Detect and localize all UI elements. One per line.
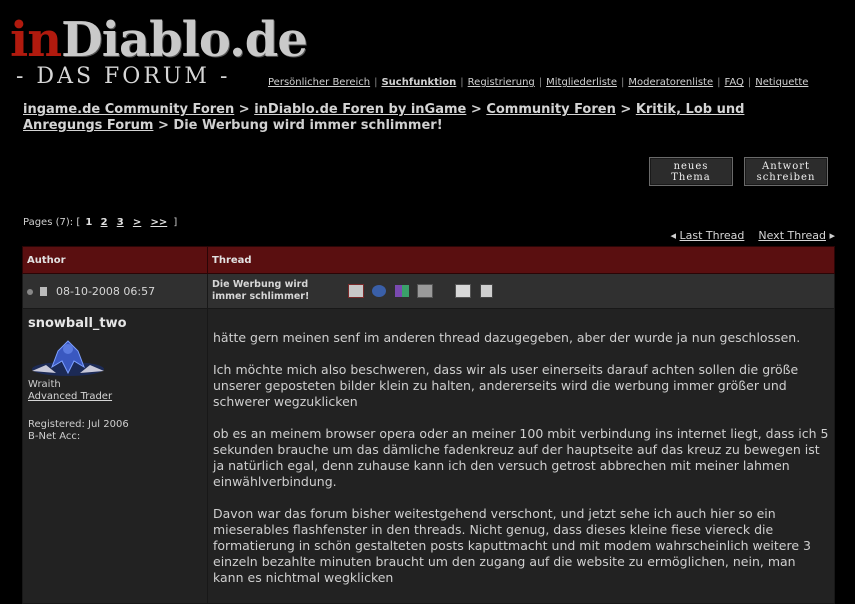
arrow-right-icon: ▸: [829, 229, 835, 242]
email-icon[interactable]: [347, 284, 364, 298]
column-header-author: Author: [22, 246, 208, 274]
nav-faq[interactable]: FAQ: [724, 77, 743, 88]
author-name[interactable]: snowball_two: [28, 316, 206, 331]
breadcrumb-link[interactable]: ingame.de Community Foren: [23, 102, 234, 117]
page-last-link[interactable]: >>: [150, 217, 167, 228]
post-paragraph: ob es an meinem browser opera oder an me…: [213, 426, 829, 489]
post-title-cell: Die Werbung wird immer schlimmer!: [207, 273, 835, 309]
post-paragraph: Ich möchte mich also beschweren, dass wi…: [213, 362, 799, 409]
edit-icon[interactable]: [479, 284, 493, 298]
logo-subtitle: - DAS FORUM -: [16, 64, 231, 89]
post-paragraph: Davon war das forum bisher weitestgehend…: [213, 506, 811, 585]
post-body: hätte gern meinen senf im anderen thread…: [209, 310, 833, 586]
site-logo[interactable]: inDiablo.de - DAS FORUM -: [10, 12, 308, 94]
nav-register[interactable]: Registrierung: [468, 77, 535, 88]
page-current: 1: [85, 217, 93, 228]
buddy-icon[interactable]: [394, 285, 409, 297]
author-title-link[interactable]: Advanced Trader: [28, 391, 112, 402]
new-thread-button[interactable]: neues Thema: [649, 157, 733, 186]
next-thread-link[interactable]: Next Thread: [758, 229, 826, 242]
nav-moderators[interactable]: Moderatorenliste: [628, 77, 713, 88]
last-thread-link[interactable]: Last Thread: [680, 229, 745, 242]
page-next-link[interactable]: >: [133, 217, 141, 228]
author-cell: snowball_two Wraith Advanced Trader Regi…: [22, 308, 208, 604]
top-navigation: Persönlicher Bereich | Suchfunktion | Regist…: [268, 77, 809, 88]
reply-button[interactable]: Antwort schreiben: [744, 157, 828, 186]
post-status-icon: [27, 288, 33, 295]
page-link[interactable]: 3: [117, 217, 124, 228]
pagination: Pages (7): [ 1 2 3 > >> ]: [23, 217, 178, 228]
nav-search[interactable]: Suchfunktion: [381, 77, 456, 88]
nav-personal-area[interactable]: Persönlicher Bereich: [268, 77, 370, 88]
pm-icon[interactable]: [417, 284, 433, 298]
breadcrumb: ingame.de Community Foren > inDiablo.de …: [23, 102, 745, 133]
nav-netiquette[interactable]: Netiquette: [755, 77, 808, 88]
post-date: 08-10-2008 06:57: [56, 284, 156, 298]
post-paragraph: hätte gern meinen senf im anderen thread…: [213, 330, 801, 345]
avatar: [28, 337, 108, 379]
post-title: Die Werbung wird immer schlimmer!: [212, 279, 310, 302]
arrow-left-icon: ◂: [670, 229, 676, 242]
column-header-thread: Thread: [207, 246, 835, 274]
nav-memberlist[interactable]: Mitgliederliste: [546, 77, 617, 88]
author-rank: Wraith: [28, 379, 61, 390]
thread-navigation: ◂ Last Thread Next Thread ▸: [670, 229, 835, 242]
author-meta: Wraith Advanced Trader Registered: Jul 2…: [28, 379, 206, 443]
breadcrumb-link[interactable]: Community Foren: [486, 102, 616, 117]
quote-icon[interactable]: [455, 284, 471, 298]
page-link[interactable]: 2: [101, 217, 108, 228]
profile-icon[interactable]: [372, 285, 386, 297]
post-body-cell: hätte gern meinen senf im anderen thread…: [207, 308, 835, 604]
breadcrumb-current: Die Werbung wird immer schlimmer!: [173, 118, 443, 133]
breadcrumb-link[interactable]: inDiablo.de Foren by inGame: [254, 102, 466, 117]
post-table: Author Thread 08-10-2008 06:57 Die Werbu…: [22, 246, 835, 604]
document-icon: [39, 286, 47, 296]
author-bnet: B-Net Acc:: [28, 431, 81, 442]
logo-title: inDiablo.de: [10, 12, 308, 68]
author-registered: Registered: Jul 2006: [28, 419, 129, 430]
post-date-cell: 08-10-2008 06:57: [22, 273, 208, 309]
